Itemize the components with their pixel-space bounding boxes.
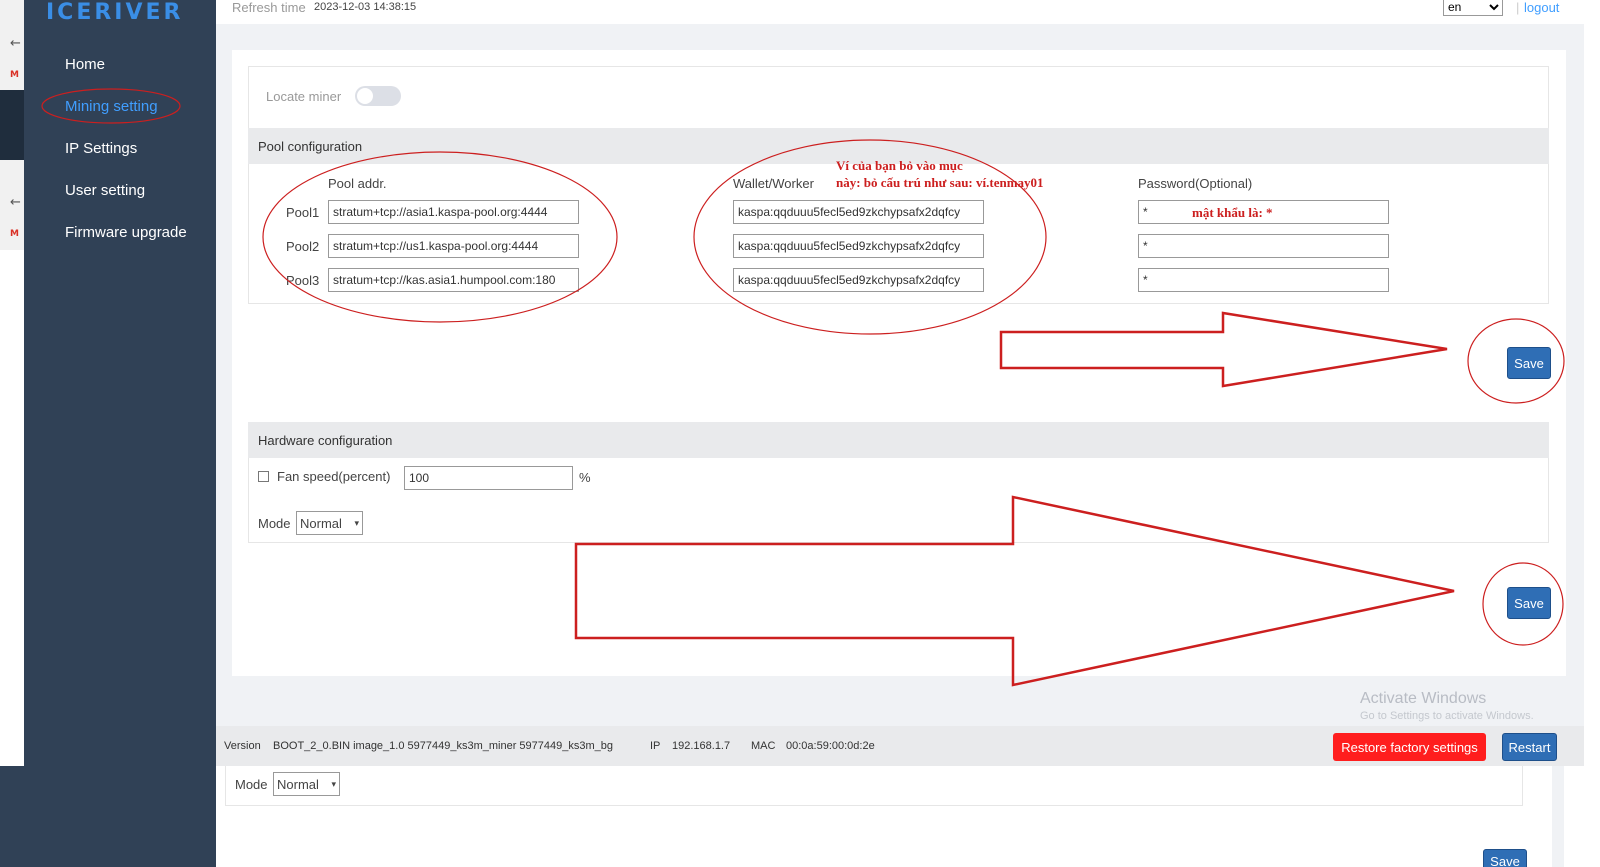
sidebar-lower-copy: [0, 766, 192, 867]
hardware-save-button[interactable]: Save: [1507, 587, 1551, 619]
password-annotation: mật khẩu là: *: [1192, 205, 1273, 220]
wallet-column-header: Wallet/Worker: [733, 176, 814, 191]
sidebar: ICERIVER Home Mining setting IP Settings…: [24, 0, 216, 867]
back-arrow-icon[interactable]: ←: [10, 36, 21, 51]
refresh-time-label: Refresh time: [232, 0, 306, 15]
fan-speed-input[interactable]: [404, 466, 573, 490]
refresh-time-value: 2023-12-03 14:38:15: [314, 1, 417, 13]
pool1-address-input[interactable]: [328, 200, 579, 224]
pool2-label: Pool2: [286, 239, 320, 254]
pool2-address-input[interactable]: [328, 234, 579, 258]
fan-speed-unit: %: [579, 470, 591, 485]
app-logo: ICERIVER: [46, 0, 184, 25]
restart-button[interactable]: Restart: [1502, 733, 1557, 761]
activate-windows-title: Activate Windows: [1360, 690, 1487, 707]
locate-miner-toggle[interactable]: [355, 86, 401, 106]
lower-save-button[interactable]: Save: [1483, 849, 1527, 867]
pool2-wallet-input[interactable]: [733, 234, 984, 258]
pool3-password-input[interactable]: [1138, 268, 1389, 292]
version-value: BOOT_2_0.BIN image_1.0 5977449_ks3m_mine…: [273, 740, 613, 752]
locate-miner-label: Locate miner: [266, 89, 342, 104]
activate-windows-subtitle: Go to Settings to activate Windows.: [1360, 710, 1534, 722]
toggle-knob: [357, 88, 373, 104]
gmail-icon-2[interactable]: M: [10, 229, 19, 239]
password-column-header: Password(Optional): [1138, 176, 1253, 191]
pool3-label: Pool3: [286, 273, 320, 288]
lower-mode-select-value: Normal: [277, 776, 319, 792]
lower-hardware-card: [225, 766, 1523, 806]
status-footer: Version BOOT_2_0.BIN image_1.0 5977449_k…: [216, 726, 1584, 766]
mode-label: Mode: [258, 516, 291, 531]
fan-speed-checkbox[interactable]: [258, 471, 269, 482]
logout-link[interactable]: logout: [1524, 0, 1559, 15]
edge-dark-block: [0, 90, 24, 160]
language-select[interactable]: en: [1443, 0, 1503, 16]
ip-label: IP: [650, 740, 661, 752]
mac-label: MAC: [751, 740, 776, 752]
mode-select[interactable]: Normal ▾: [296, 511, 363, 535]
sidebar-item-firmware-upgrade[interactable]: Firmware upgrade: [24, 212, 216, 254]
wallet-annotation-line2: này: bỏ cấu trú như sau: ví.tenmay01: [836, 175, 1044, 190]
pool1-wallet-input[interactable]: [733, 200, 984, 224]
lower-mode-select[interactable]: Normal ▾: [273, 772, 340, 796]
wallet-annotation-line1: Ví của bạn bỏ vào mục: [836, 158, 963, 173]
pool1-label: Pool1: [286, 205, 320, 220]
back-arrow-icon-2[interactable]: ←: [10, 195, 21, 210]
pool-addr-column-header: Pool addr.: [328, 176, 387, 191]
pool3-wallet-input[interactable]: [733, 268, 984, 292]
top-bar: Refresh time 2023-12-03 14:38:15 en | lo…: [216, 0, 1584, 24]
chevron-down-icon: ▾: [331, 778, 336, 789]
pool3-address-input[interactable]: [328, 268, 579, 292]
topbar-divider: |: [1516, 0, 1520, 15]
lower-right-strip: [1552, 766, 1564, 867]
pool-save-button[interactable]: Save: [1507, 347, 1551, 379]
pool2-password-input[interactable]: [1138, 234, 1389, 258]
hardware-config-header: Hardware configuration: [248, 422, 1549, 458]
sidebar-item-ip-settings[interactable]: IP Settings: [24, 128, 216, 170]
chevron-down-icon: ▾: [354, 517, 359, 528]
fan-speed-label: Fan speed(percent): [277, 469, 391, 484]
sidebar-item-user-setting[interactable]: User setting: [24, 170, 216, 212]
ip-value: 192.168.1.7: [672, 740, 731, 752]
version-label: Version: [224, 740, 261, 752]
sidebar-item-home[interactable]: Home: [24, 44, 216, 86]
mac-value: 00:0a:59:00:0d:2e: [786, 740, 875, 752]
lower-mode-label: Mode: [235, 777, 268, 792]
sidebar-nav: Home Mining setting IP Settings User set…: [24, 44, 216, 254]
browser-edge-strip: ← M ← M: [0, 0, 24, 250]
gmail-icon[interactable]: M: [10, 70, 19, 80]
mode-select-value: Normal: [300, 515, 342, 531]
restore-factory-button[interactable]: Restore factory settings: [1333, 733, 1486, 761]
sidebar-item-mining-setting[interactable]: Mining setting: [24, 86, 216, 128]
